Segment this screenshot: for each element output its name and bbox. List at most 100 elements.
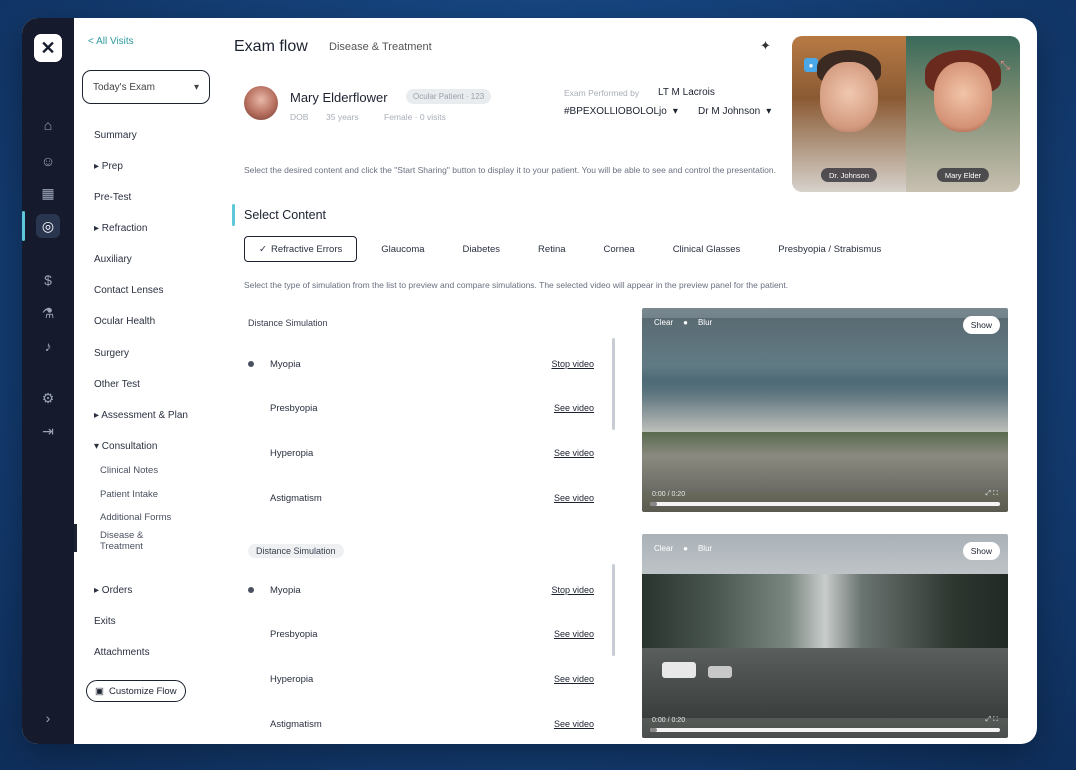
exam-icon[interactable]: ◎	[36, 214, 60, 238]
blur-label: Blur	[697, 544, 713, 553]
sidebar-item[interactable]: Exits	[94, 616, 116, 627]
sidebar-item[interactable]: Ocular Health	[94, 316, 155, 327]
patient-dob: DOB	[290, 112, 309, 122]
home-icon[interactable]: ⌂	[36, 113, 60, 137]
location-select[interactable]: #BPEXOLLIOBOLOLjo ▾	[564, 106, 678, 117]
sidebar-item[interactable]: ▸ Prep	[94, 161, 123, 172]
stop-video-link[interactable]: Stop video	[551, 359, 594, 369]
pin-icon[interactable]: ✦	[760, 38, 771, 54]
video-call-panel[interactable]: ● Dr. Johnson ⤡ Mary Elder	[792, 36, 1020, 192]
list-item[interactable]: Presbyopia See video	[248, 400, 594, 416]
section-title: Select Content	[244, 208, 326, 222]
tab-presbyopia-strabismus[interactable]: Presbyopia / Strabismus	[764, 236, 895, 262]
player-toggle[interactable]: Clear ● Blur	[654, 318, 712, 327]
sidebar-item[interactable]: ▾ Consultation	[94, 441, 157, 452]
simulation-name: Presbyopia	[270, 628, 318, 640]
visit-select-value: Today's Exam	[93, 81, 155, 93]
sidebar-item[interactable]: Additional Forms	[100, 512, 171, 523]
see-video-link[interactable]: See video	[554, 448, 594, 458]
sidebar-item[interactable]: Disease & Treatment	[100, 530, 160, 553]
group-label: Distance Simulation	[248, 318, 328, 328]
sidebar-item[interactable]: Auxiliary	[94, 254, 132, 265]
sidebar-item[interactable]: ▸ Assessment & Plan	[94, 410, 188, 421]
simulation-name: Astigmatism	[270, 492, 322, 504]
sidebar-item[interactable]: Clinical Notes	[100, 465, 158, 476]
show-button[interactable]: Show	[962, 316, 1000, 334]
scrollbar[interactable]	[612, 338, 615, 430]
customize-flow-button[interactable]: ▣ Customize Flow	[86, 680, 186, 702]
player-controls[interactable]: ⤢ ⛶	[986, 716, 998, 724]
tab-label: Retina	[538, 243, 566, 255]
flask-icon[interactable]: ⚗	[36, 301, 60, 325]
dollar-icon[interactable]: $	[36, 268, 60, 292]
tab-retina[interactable]: Retina	[524, 236, 579, 262]
settings-icon[interactable]: ⚙	[36, 386, 60, 410]
see-video-link[interactable]: See video	[554, 629, 594, 639]
see-video-link[interactable]: See video	[554, 493, 594, 503]
active-dot-icon	[248, 361, 254, 367]
tab-refractive-errors[interactable]: ✓ Refractive Errors	[244, 236, 358, 262]
list-item[interactable]: Astigmatism See video	[248, 716, 594, 732]
list-item[interactable]: Presbyopia See video	[248, 626, 594, 642]
see-video-link[interactable]: See video	[554, 674, 594, 684]
people-icon[interactable]: ☺	[36, 149, 60, 173]
progress-bar[interactable]	[650, 728, 1000, 732]
back-link[interactable]: < All Visits	[88, 36, 134, 47]
app-logo-icon[interactable]: ✕	[34, 34, 62, 62]
sidebar-item[interactable]: Attachments	[94, 647, 150, 658]
show-button[interactable]: Show	[962, 542, 1000, 560]
collapse-icon[interactable]: ›	[36, 706, 60, 730]
stop-video-link[interactable]: Stop video	[551, 585, 594, 595]
doctor-select[interactable]: Dr M Johnson ▾	[698, 106, 771, 117]
progress-fill	[650, 728, 657, 732]
see-video-link[interactable]: See video	[554, 719, 594, 729]
sidebar-item[interactable]: Other Test	[94, 379, 140, 390]
progress-bar[interactable]	[650, 502, 1000, 506]
toggle-icon: ●	[683, 318, 688, 327]
tab-label: Glaucoma	[381, 243, 425, 255]
player-controls[interactable]: ⤢ ⛶	[986, 490, 998, 498]
nav-active-indicator	[74, 524, 77, 552]
tab-cornea[interactable]: Cornea	[590, 236, 649, 262]
simulation-name: Hyperopia	[270, 673, 314, 685]
video-preview-2[interactable]: Clear ● Blur Show 0:00 / 0:20 ⤢ ⛶	[642, 534, 1008, 738]
page-subtitle: Disease & Treatment	[329, 41, 432, 53]
content-tabs: ✓ Refractive Errors Glaucoma Diabetes Retina…	[244, 236, 905, 262]
sidebar-item[interactable]: Contact Lenses	[94, 285, 164, 296]
scrollbar[interactable]	[612, 564, 615, 656]
tab-glaucoma[interactable]: Glaucoma	[367, 236, 438, 262]
sidebar-item[interactable]: ▸ Refraction	[94, 223, 147, 234]
sky-clouds	[642, 318, 1008, 398]
list-item[interactable]: Myopia Stop video	[248, 582, 594, 598]
mic-icon[interactable]: ●	[804, 58, 818, 72]
participant-name: Mary Elder	[936, 168, 990, 182]
expand-icon[interactable]: ⤡	[1000, 58, 1010, 73]
customize-flow-label: Customize Flow	[108, 685, 177, 697]
see-video-link[interactable]: See video	[554, 403, 594, 413]
list-item[interactable]: Astigmatism See video	[248, 490, 594, 506]
bell-icon[interactable]: ♪	[36, 334, 60, 358]
tab-diabetes[interactable]: Diabetes	[449, 236, 515, 262]
sidebar-item[interactable]: Surgery	[94, 348, 129, 359]
participant-tile: ● Dr. Johnson	[792, 36, 906, 192]
sidebar-item[interactable]: Summary	[94, 130, 137, 141]
logout-icon[interactable]: ⇥	[36, 419, 60, 443]
tabs-description: Select the type of simulation from the l…	[244, 280, 789, 290]
sidebar-item[interactable]: Pre-Test	[94, 192, 131, 203]
participant-name: Dr. Johnson	[820, 168, 878, 182]
calendar-icon[interactable]: ▦	[36, 181, 60, 205]
provider-label: Exam Performed by	[564, 88, 640, 98]
list-item[interactable]: Hyperopia See video	[248, 671, 594, 687]
video-preview-1[interactable]: Clear ● Blur Show 0:00 / 0:20 ⤢ ⛶	[642, 308, 1008, 512]
simulation-name: Myopia	[270, 358, 301, 370]
sidebar-item[interactable]: ▸ Orders	[94, 585, 132, 596]
tab-clinical-glasses[interactable]: Clinical Glasses	[659, 236, 755, 262]
doctor-select-value: Dr M Johnson	[698, 106, 761, 117]
tab-label: Refractive Errors	[270, 243, 343, 255]
list-item[interactable]: Myopia Stop video	[248, 356, 594, 372]
sidebar-item[interactable]: Patient Intake	[100, 489, 158, 500]
list-item[interactable]: Hyperopia See video	[248, 445, 594, 461]
check-icon: ✓	[259, 243, 267, 255]
visit-select[interactable]: Today's Exam ▾	[82, 70, 210, 104]
player-toggle[interactable]: Clear ● Blur	[654, 544, 712, 553]
